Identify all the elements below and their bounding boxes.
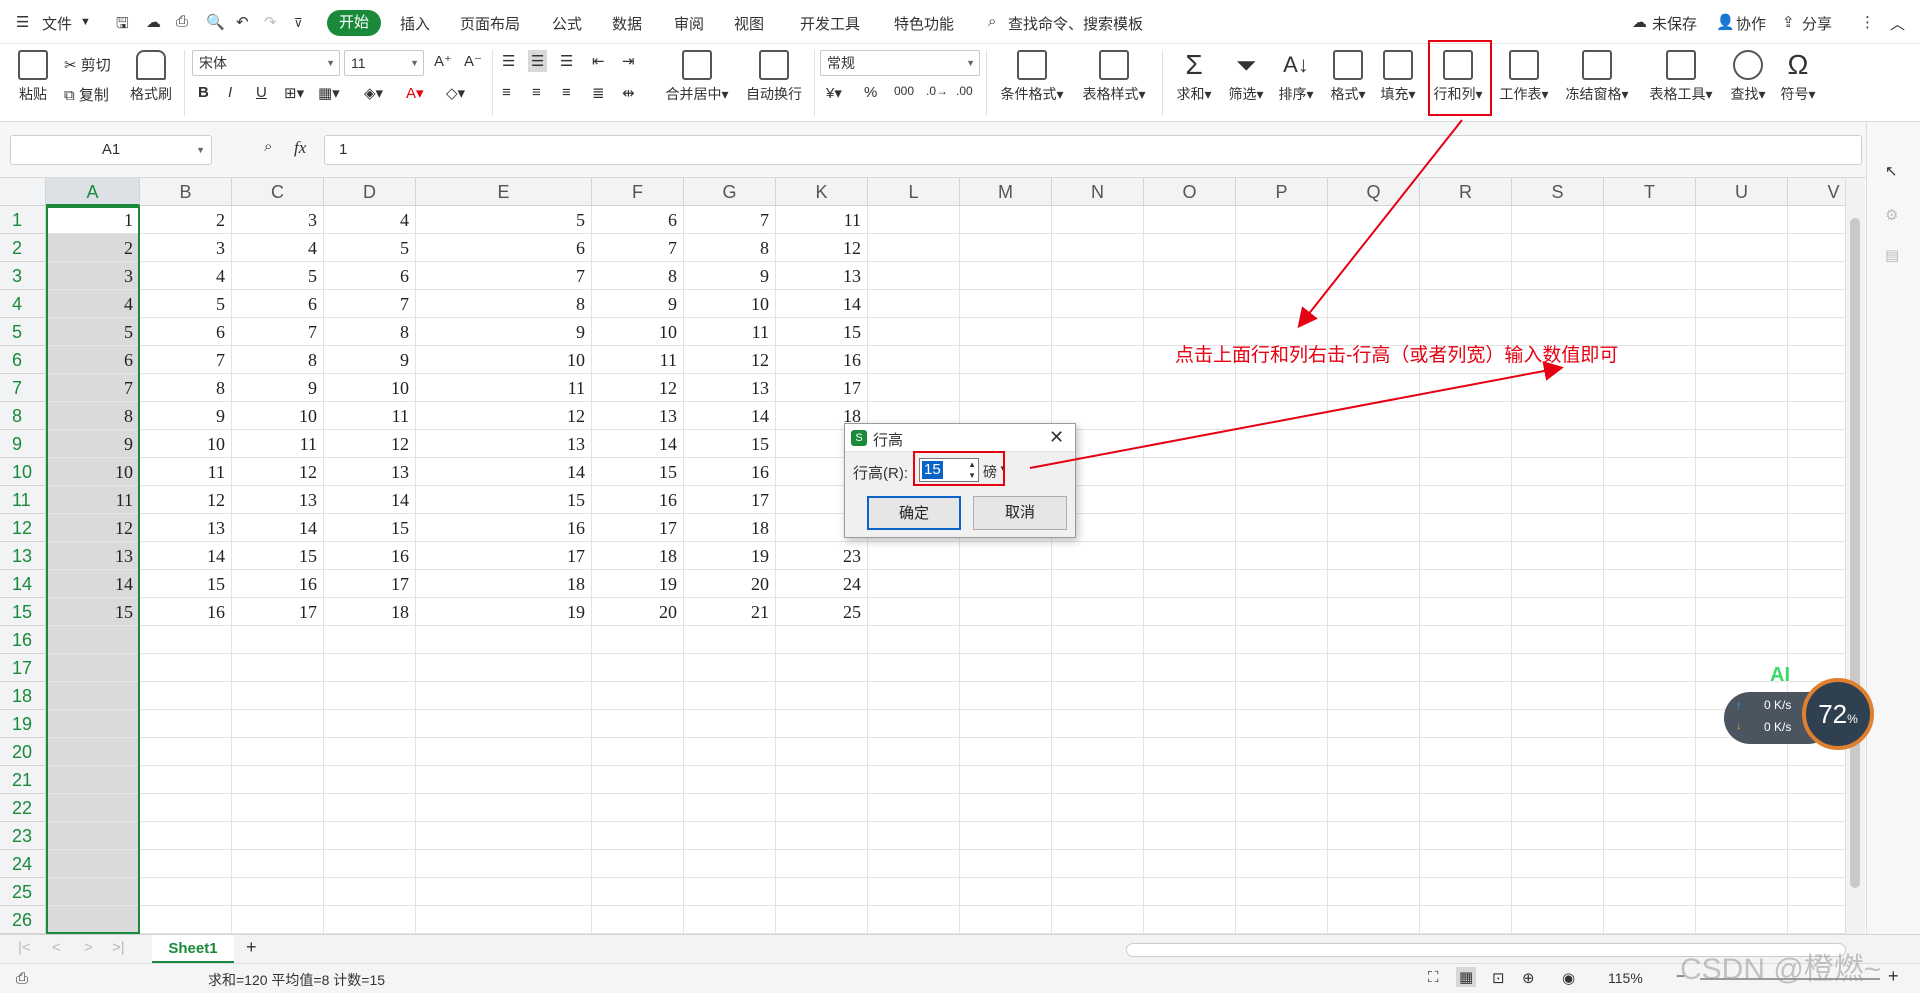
- upload-icon: ↑: [1736, 700, 1742, 712]
- zoom-in-icon[interactable]: +: [1888, 966, 1899, 987]
- download-speed: 0 K/s: [1764, 720, 1792, 734]
- status-summary: 求和=120 平均值=8 计数=15: [208, 972, 386, 988]
- annotation-text: 点击上面行和列右击-行高（或者列宽）输入数值即可: [1175, 345, 1619, 366]
- arrow-from-input: [1029, 361, 1564, 469]
- page-break-icon[interactable]: ⊕: [1522, 969, 1535, 987]
- upload-speed: 0 K/s: [1764, 698, 1792, 712]
- annotation-arrows: [1029, 119, 1564, 469]
- sheet-tab-bar: |< < > >| Sheet1 +: [0, 934, 1920, 963]
- prev-sheet-icon[interactable]: <: [52, 939, 61, 956]
- ai-label: AI: [1770, 664, 1790, 686]
- first-sheet-icon[interactable]: |<: [18, 939, 31, 956]
- macro-icon[interactable]: ⎙: [16, 970, 28, 987]
- reading-mode-icon[interactable]: ◉: [1562, 969, 1575, 987]
- watermark: CSDN @橙燃~: [1680, 953, 1882, 986]
- normal-view-icon[interactable]: ▦: [1456, 967, 1477, 987]
- add-sheet-icon[interactable]: +: [246, 937, 257, 958]
- arrow-to-annotation: [1297, 119, 1463, 329]
- page-layout-icon[interactable]: ⊡: [1492, 969, 1505, 987]
- fullscreen-icon[interactable]: ⛶: [1428, 969, 1439, 986]
- sheet-tab-sheet1[interactable]: Sheet1: [152, 935, 234, 963]
- download-icon: ↓: [1736, 720, 1742, 732]
- cpu-gauge[interactable]: 72%: [1802, 678, 1874, 750]
- network-widget: AI ↑ 0 K/s ↓ 0 K/s 72%: [1724, 664, 1876, 750]
- last-sheet-icon[interactable]: >|: [112, 939, 125, 956]
- status-bar: ⎙ 求和=120 平均值=8 计数=15 ⛶ ▦ ⊡ ⊕ ◉ 115% − +: [0, 963, 1920, 993]
- next-sheet-icon[interactable]: >: [84, 939, 93, 956]
- zoom-level[interactable]: 115%: [1608, 970, 1643, 986]
